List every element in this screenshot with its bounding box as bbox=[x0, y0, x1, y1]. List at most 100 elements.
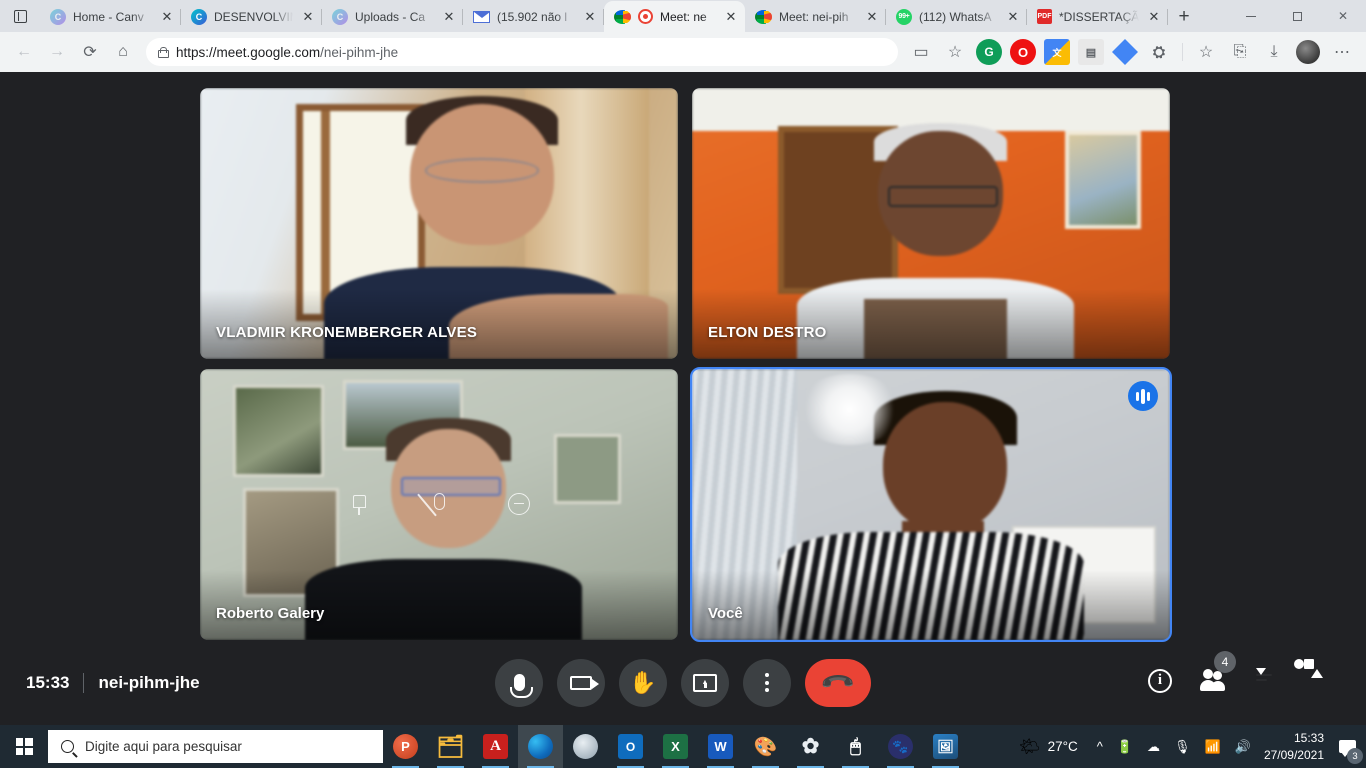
file-explorer-taskbar-icon[interactable]: 🗂 bbox=[428, 725, 473, 768]
participant-tile-vladmir[interactable]: VLADMIR KRONEMBERGER ALVES bbox=[200, 88, 678, 359]
translate-extension[interactable]: 文 bbox=[1044, 39, 1070, 65]
meeting-details-button[interactable]: i bbox=[1148, 668, 1176, 697]
show-hidden-icons-button[interactable]: ^ bbox=[1090, 725, 1110, 768]
notification-count: 3 bbox=[1347, 748, 1363, 764]
onedrive-paused-icon[interactable]: ☁ bbox=[1140, 725, 1167, 768]
downloads-complete-icon[interactable]: ⤓ bbox=[1258, 36, 1290, 68]
present-screen-icon bbox=[693, 673, 717, 692]
microphone-toggle-button[interactable] bbox=[495, 658, 543, 707]
browser-tab-desenvolvimento[interactable]: C DESENVOLVIM ✕ bbox=[181, 1, 322, 32]
minimize-button[interactable] bbox=[1228, 0, 1274, 32]
meeting-clock: 15:33 bbox=[26, 672, 70, 692]
canva-icon: C bbox=[332, 8, 348, 25]
activities-button[interactable] bbox=[1294, 658, 1332, 697]
outlook-taskbar-icon[interactable]: O bbox=[608, 725, 653, 768]
opera-vpn-extension[interactable]: O bbox=[1010, 39, 1036, 65]
reload-icon[interactable]: ⟳ bbox=[74, 36, 106, 68]
mouse-utility-taskbar-icon[interactable]: 🖱 bbox=[833, 725, 878, 768]
participant-tile-self[interactable]: Você bbox=[690, 367, 1172, 642]
address-bar[interactable]: https://meet.google.com/nei-pihm-jhe bbox=[146, 38, 898, 66]
close-icon[interactable]: ✕ bbox=[441, 9, 457, 25]
tab-title: DESENVOLVIM bbox=[214, 9, 293, 24]
participants-button[interactable]: 4 bbox=[1200, 650, 1236, 697]
microphone-active-icon[interactable]: 🎙 bbox=[1167, 725, 1198, 768]
canva-icon: C bbox=[50, 8, 66, 25]
screenshot-extension[interactable]: ▤ bbox=[1078, 39, 1104, 65]
acrobat-reader-taskbar-icon[interactable]: A bbox=[473, 725, 518, 768]
profile-avatar[interactable] bbox=[1296, 40, 1320, 64]
new-tab-button[interactable]: + bbox=[1168, 0, 1200, 32]
maximize-restore-button[interactable] bbox=[1274, 0, 1320, 32]
back-icon[interactable]: ← bbox=[8, 36, 40, 68]
close-icon[interactable]: ✕ bbox=[1146, 9, 1162, 25]
thunderbird-taskbar-icon[interactable] bbox=[563, 725, 608, 768]
tile-hover-controls bbox=[200, 492, 678, 517]
clock-date: 27/09/2021 bbox=[1263, 747, 1324, 762]
participant-tile-elton[interactable]: ELTON DESTRO bbox=[692, 88, 1170, 359]
add-favorite-icon[interactable]: ☆ bbox=[939, 36, 971, 68]
browser-tab-uploads-canva[interactable]: C Uploads - Ca ✕ bbox=[322, 1, 463, 32]
more-options-button[interactable] bbox=[743, 658, 791, 707]
forward-icon[interactable]: → bbox=[41, 36, 73, 68]
powerpoint-taskbar-icon[interactable]: P bbox=[383, 725, 428, 768]
browser-tab-meet-active[interactable]: Meet: ne ✕ bbox=[604, 1, 745, 32]
close-icon[interactable]: ✕ bbox=[300, 9, 316, 25]
browser-essentials-icon[interactable]: ⎘ bbox=[1224, 36, 1256, 68]
battery-charging-icon[interactable]: 🔋 bbox=[1110, 725, 1140, 768]
mute-mic-icon[interactable] bbox=[417, 492, 450, 517]
chat-button[interactable] bbox=[1252, 669, 1280, 697]
participant-name: Roberto Galery bbox=[216, 605, 325, 622]
google-meet-app: VLADMIR KRONEMBERGER ALVES ELTON DESTRO bbox=[0, 72, 1366, 725]
grammarly-extension[interactable]: G bbox=[976, 39, 1002, 65]
close-icon[interactable]: ✕ bbox=[723, 9, 739, 25]
google-meet-icon bbox=[614, 9, 631, 24]
taskbar-clock[interactable]: 15:33 27/09/2021 bbox=[1258, 725, 1334, 768]
browser-tab-gmail[interactable]: (15.902 não l ✕ bbox=[463, 1, 604, 32]
bluestacks-taskbar-icon[interactable]: 🐾 bbox=[878, 725, 923, 768]
browser-tab-home-canva[interactable]: C Home - Canv ✕ bbox=[40, 1, 181, 32]
raise-hand-button[interactable]: ✋ bbox=[619, 658, 667, 707]
close-icon[interactable]: ✕ bbox=[159, 9, 175, 25]
home-icon[interactable]: ⌂ bbox=[107, 36, 139, 68]
leave-call-button[interactable]: 📞 bbox=[805, 658, 871, 707]
excel-taskbar-icon[interactable]: X bbox=[653, 725, 698, 768]
meet-right-controls: i 4 bbox=[1066, 650, 1366, 697]
action-center-icon[interactable]: 3 bbox=[1334, 725, 1363, 768]
photos-taskbar-icon[interactable]: 🖼 bbox=[923, 725, 968, 768]
close-icon[interactable]: ✕ bbox=[582, 9, 598, 25]
url-path: /nei-pihm-jhe bbox=[320, 44, 399, 60]
pin-icon[interactable] bbox=[348, 493, 370, 517]
present-screen-button[interactable] bbox=[681, 658, 729, 707]
start-button[interactable] bbox=[0, 725, 48, 768]
participant-name: VLADMIR KRONEMBERGER ALVES bbox=[216, 324, 478, 341]
browser-tab-whatsapp[interactable]: 99+ (112) WhatsA ✕ bbox=[886, 1, 1027, 32]
word-taskbar-icon[interactable]: W bbox=[698, 725, 743, 768]
name-gradient-overlay bbox=[692, 570, 1170, 640]
wifi-icon[interactable]: 📶 bbox=[1198, 725, 1228, 768]
taskbar-search-box[interactable]: Digite aqui para pesquisar bbox=[48, 730, 383, 763]
settings-taskbar-icon[interactable]: ✿ bbox=[788, 725, 833, 768]
browser-tab-meet-second[interactable]: Meet: nei-pih ✕ bbox=[745, 1, 886, 32]
paint-taskbar-icon[interactable]: 🎨 bbox=[743, 725, 788, 768]
tab-title: (15.902 não l bbox=[497, 9, 568, 24]
close-icon[interactable]: ✕ bbox=[1005, 9, 1021, 25]
participant-tile-roberto[interactable]: Roberto Galery bbox=[200, 369, 678, 640]
tab-list-icon[interactable] bbox=[0, 0, 40, 32]
canva-icon: C bbox=[191, 8, 207, 25]
speaker-icon[interactable]: 🔊 bbox=[1228, 725, 1258, 768]
close-window-button[interactable]: ✕ bbox=[1320, 0, 1366, 32]
remove-participant-icon[interactable] bbox=[508, 492, 530, 517]
participant-name: Você bbox=[708, 605, 743, 622]
collections-favorites-icon[interactable]: ☆ bbox=[1190, 36, 1222, 68]
browser-tab-dissertacao-pdf[interactable]: PDF *DISSERTAÇÃ ✕ bbox=[1027, 1, 1168, 32]
diamond-extension[interactable] bbox=[1112, 39, 1138, 65]
camera-toggle-button[interactable] bbox=[557, 658, 605, 707]
whatsapp-icon: 99+ bbox=[896, 8, 912, 25]
media-cast-icon[interactable]: ▭ bbox=[905, 36, 937, 68]
microsoft-edge-taskbar-icon[interactable] bbox=[518, 725, 563, 768]
divider bbox=[83, 672, 85, 693]
extensions-puzzle-icon[interactable]: ⛭ bbox=[1146, 39, 1172, 65]
settings-more-icon[interactable]: ⋯ bbox=[1326, 36, 1358, 68]
weather-widget[interactable]: 🌤 27°C bbox=[1011, 737, 1090, 757]
close-icon[interactable]: ✕ bbox=[864, 9, 880, 25]
